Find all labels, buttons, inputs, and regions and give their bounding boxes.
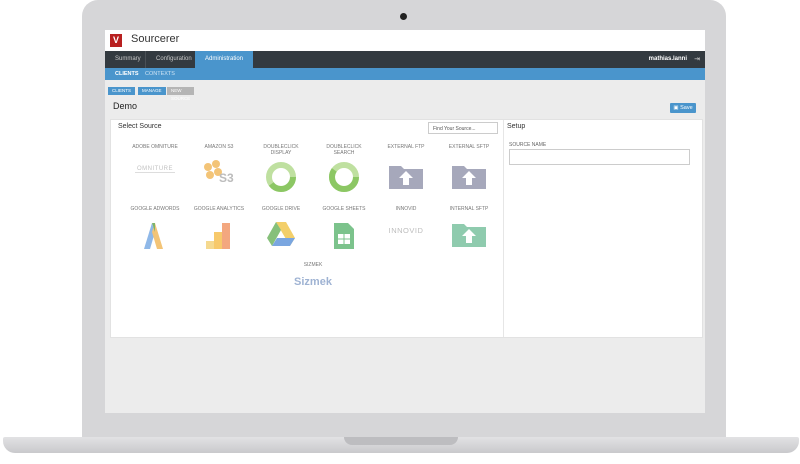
page-title: Demo [113,101,138,111]
adobe-omniture-logo: OMNITURE [135,166,175,173]
source-label: DOUBLECLICK DISPLAY [263,144,299,156]
tab-summary[interactable]: Summary [105,51,151,68]
source-doubleclick-search[interactable]: DOUBLECLICK SEARCH [316,144,372,192]
floppy-disk-icon: ▣ [673,105,679,111]
find-source-input[interactable]: Find Your Source... [428,122,498,134]
app-title: Sourcerer [131,33,180,45]
source-label: AMAZON S3 [204,144,234,150]
source-label: GOOGLE DRIVE [261,206,301,212]
doubleclick-display-logo [266,162,296,192]
setup-title: Setup [507,123,526,130]
google-drive-logo [266,220,296,248]
source-amazon-s3[interactable]: AMAZON S3 S3 [191,144,247,190]
source-sizmek[interactable]: SIZMEK Sizmek [285,262,341,308]
breadcrumb-clients[interactable]: CLIENTS [108,87,136,95]
source-label: GOOGLE SHEETS [322,206,366,212]
logout-icon[interactable]: ⇥ [694,51,700,68]
source-label: ADOBE OMNITURE [132,144,178,150]
main-nav: Summary Configuration Administration mat… [105,51,705,68]
source-internal-sftp[interactable]: INTERNAL SFTP [441,206,497,252]
source-name-label: SOURCE NAME [509,142,547,148]
source-google-sheets[interactable]: GOOGLE SHEETS [316,206,372,252]
ftp-folder-icon [388,162,424,190]
panel-divider [503,120,504,337]
select-source-title: Select Source [118,123,162,130]
source-google-drive[interactable]: GOOGLE DRIVE [253,206,309,252]
source-label: EXTERNAL SFTP [448,144,490,150]
app-window: V Sourcerer Summary Configuration Admini… [105,30,705,413]
sizmek-logo: Sizmek [294,276,332,288]
google-analytics-logo [205,222,233,250]
source-doubleclick-display[interactable]: DOUBLECLICK DISPLAY [253,144,309,192]
source-name-input[interactable] [509,149,690,165]
amazon-s3-logo-text: S3 [219,171,234,184]
breadcrumb-manage[interactable]: MANAGE [138,87,166,95]
webcam-icon [400,13,407,20]
doubleclick-search-logo [329,162,359,192]
source-innovid[interactable]: INNOVID INNOVID [378,206,434,252]
source-label: GOOGLE ADWORDS [130,206,180,212]
user-menu[interactable]: mathias.lanni [649,51,687,68]
sftp-folder-icon [451,162,487,190]
source-google-adwords[interactable]: GOOGLE ADWORDS [127,206,183,252]
laptop-notch [344,437,458,445]
google-sheets-logo [333,222,355,250]
source-external-ftp[interactable]: EXTERNAL FTP [378,144,434,190]
subtab-clients[interactable]: CLIENTS [115,68,139,80]
innovid-logo: INNOVID [388,226,424,235]
tab-configuration[interactable]: Configuration [145,51,202,68]
source-adobe-omniture[interactable]: ADOBE OMNITURE OMNITURE [127,144,183,190]
source-google-analytics[interactable]: GOOGLE ANALYTICS [191,206,247,252]
app-logo-icon[interactable]: V [110,34,122,47]
breadcrumb-new-source: NEW SOURCE [167,87,195,101]
source-label: INTERNAL SFTP [449,206,489,212]
source-external-sftp[interactable]: EXTERNAL SFTP [441,144,497,190]
source-label: GOOGLE ANALYTICS [193,206,245,212]
save-button[interactable]: ▣ Save [670,103,696,113]
title-bar: V Sourcerer [105,30,705,51]
tab-administration[interactable]: Administration [195,51,254,68]
save-label: Save [680,105,693,111]
google-adwords-logo [141,222,169,250]
source-label: EXTERNAL FTP [387,144,425,150]
subtab-contexts[interactable]: CONTEXTS [145,68,175,80]
internal-sftp-folder-icon [451,220,487,248]
source-label: DOUBLECLICK SEARCH [326,144,362,156]
source-label: SIZMEK [303,262,323,268]
amazon-s3-logo: S3 [202,158,236,185]
sub-nav: CLIENTS CONTEXTS [105,68,705,80]
source-label: INNOVID [395,206,417,212]
source-panel: Select Source Find Your Source... ADOBE … [110,119,703,338]
